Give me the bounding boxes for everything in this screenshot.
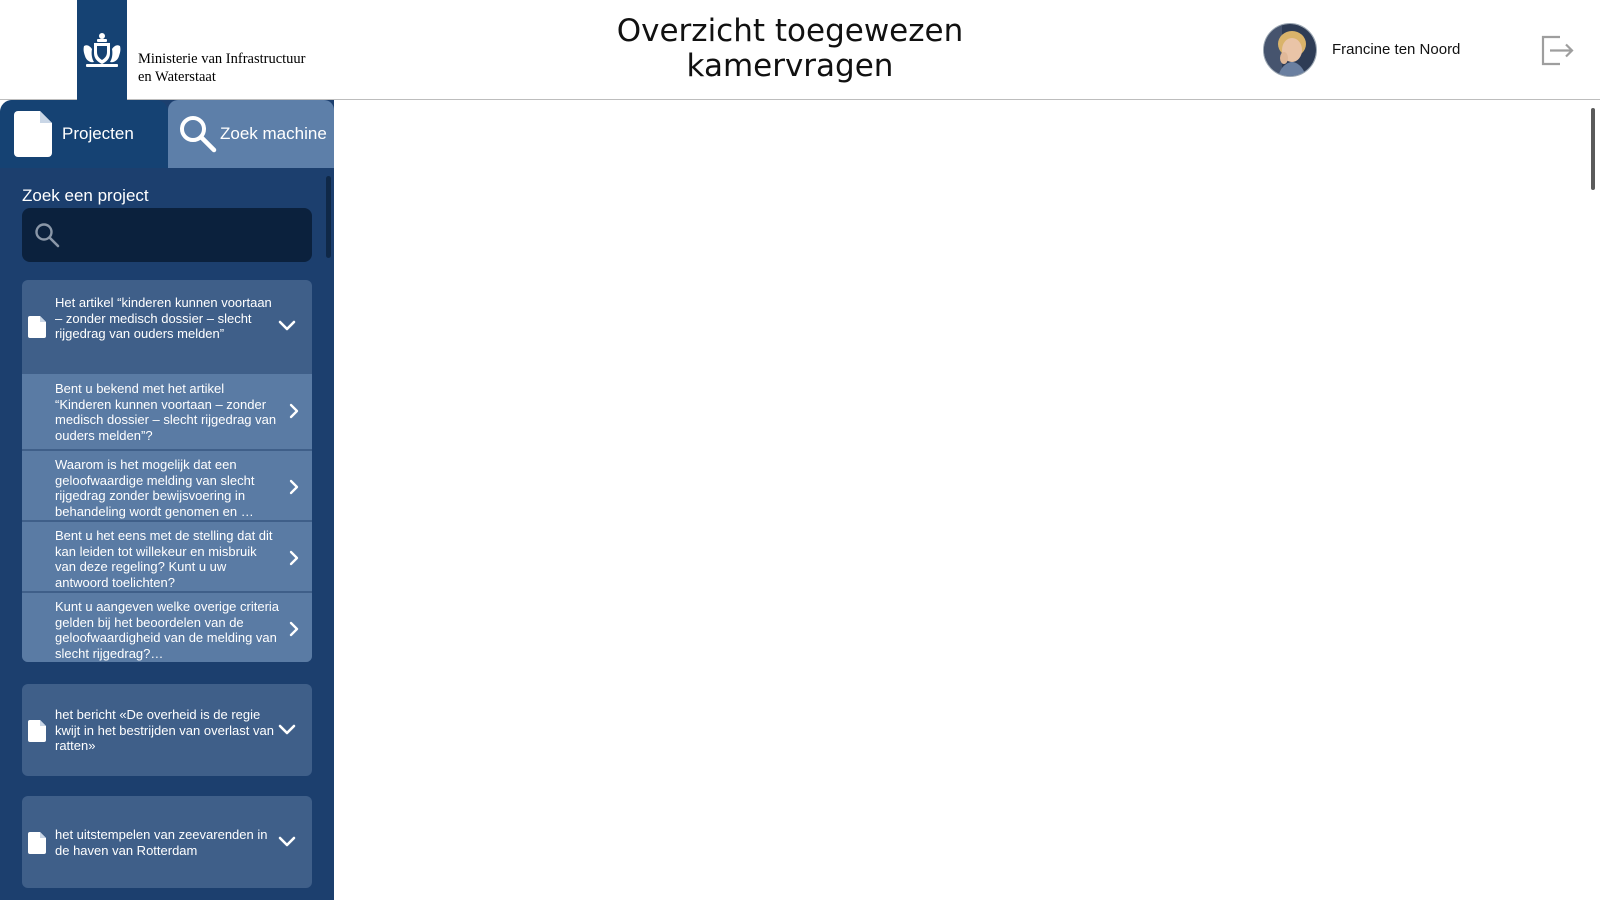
user-photo-icon [1264,24,1316,76]
project-title: het bericht «De overheid is de regie kwi… [55,707,274,754]
document-icon [28,316,46,338]
document-icon [28,832,46,854]
page-title-line2: kamervragen [686,48,894,84]
project-title: Het artikel “kinderen kunnen voortaan – … [55,295,272,342]
project-header[interactable]: Het artikel “kinderen kunnen voortaan – … [22,280,312,372]
project-header[interactable]: het uitstempelen van zeevarenden in de h… [22,796,312,888]
chevron-down-icon[interactable] [277,720,297,740]
logout-icon [1541,35,1574,66]
question-item[interactable]: Bent u het eens met de stelling dat dit … [22,520,312,591]
sidebar: Projecten Zoek machine Zoek een project … [0,100,334,900]
document-icon [14,111,52,157]
question-item[interactable]: Bent u bekend met het artikel “Kinderen … [22,372,312,449]
question-text: Kunt u aangeven welke overige criteria g… [55,599,280,662]
question-item[interactable]: Waarom is het mogelijk dat een geloofwaa… [22,449,312,520]
ministry-name: Ministerie van Infrastructuur en Waterst… [138,50,306,86]
avatar[interactable] [1263,23,1317,77]
project-card: het bericht «De overheid is de regie kwi… [22,684,312,776]
project-card: Het artikel “kinderen kunnen voortaan – … [22,280,312,662]
royal-coat-of-arms-icon [83,33,121,67]
tab-projects[interactable]: Projecten [0,100,168,168]
chevron-right-icon [289,550,299,566]
chevron-down-icon[interactable] [277,316,297,336]
page-title: Overzicht toegewezen kamervragen [560,14,1020,84]
app-header: Ministerie van Infrastructuur en Waterst… [0,0,1600,100]
main-scrollbar[interactable] [1591,108,1595,190]
search-field[interactable] [22,208,312,262]
tab-search-engine-label: Zoek machine [220,124,327,143]
chevron-right-icon [289,479,299,495]
question-text: Bent u het eens met de stelling dat dit … [55,528,273,591]
search-label: Zoek een project [22,186,149,205]
ministry-name-line2: en Waterstaat [138,69,216,85]
search-icon [180,116,217,153]
project-title: het uitstempelen van zeevarenden in de h… [55,827,268,858]
ministry-logo [77,0,127,100]
ministry-name-line1: Ministerie van Infrastructuur [138,51,306,67]
sidebar-scrollbar[interactable] [326,176,331,258]
chevron-down-icon[interactable] [277,832,297,852]
chevron-right-icon [289,403,299,419]
question-text: Waarom is het mogelijk dat een geloofwaa… [55,457,255,520]
page-title-line1: Overzicht toegewezen [616,13,964,49]
tab-projects-label: Projecten [62,124,134,143]
chevron-right-icon [289,621,299,637]
document-icon [28,720,46,742]
user-name: Francine ten Noord [1332,41,1461,58]
logout-button[interactable] [1538,31,1576,69]
project-header[interactable]: het bericht «De overheid is de regie kwi… [22,684,312,776]
main-content [334,100,1600,900]
question-item[interactable]: Kunt u aangeven welke overige criteria g… [22,591,312,662]
search-input[interactable] [72,218,302,252]
search-icon [35,223,60,248]
question-text: Bent u bekend met het artikel “Kinderen … [55,381,277,444]
project-card: het uitstempelen van zeevarenden in de h… [22,796,312,888]
tab-search-engine[interactable]: Zoek machine [168,100,334,168]
